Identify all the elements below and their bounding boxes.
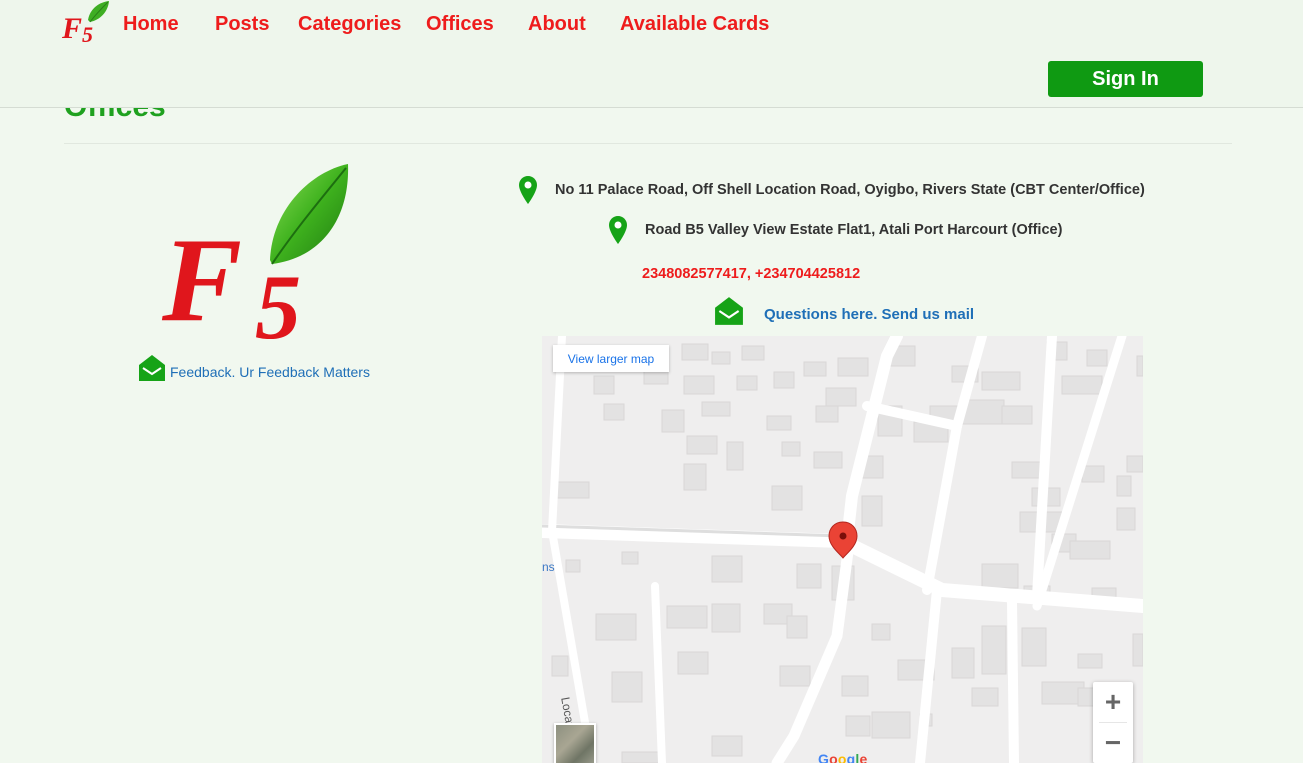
zoom-controls: + − [1093, 682, 1133, 763]
satellite-toggle[interactable] [554, 723, 596, 763]
map-pin-icon [519, 176, 537, 204]
heading-divider [64, 143, 1232, 144]
map-pin-icon [609, 216, 627, 244]
nav-home[interactable]: Home [123, 11, 179, 37]
svg-text:5: 5 [82, 22, 93, 46]
mail-link-text[interactable]: Questions here. Send us mail [764, 306, 974, 323]
feedback-link[interactable]: Feedback. Ur Feedback Matters [138, 354, 370, 382]
plus-icon: + [1104, 686, 1122, 717]
svg-text:5: 5 [255, 256, 301, 350]
phone-numbers[interactable]: 2348082577417, +234704425812 [642, 266, 860, 282]
feedback-link-text[interactable]: Feedback. Ur Feedback Matters [170, 364, 370, 380]
map-edge-label: ns [542, 560, 555, 574]
google-logo: Google [818, 751, 868, 763]
address-2-text: Road B5 Valley View Estate Flat1, Atali … [645, 222, 1063, 238]
top-navbar: F 5 Home Posts Categories Offices About … [0, 0, 1303, 108]
map-tiles [542, 336, 1143, 763]
sign-in-button[interactable]: Sign In [1048, 61, 1203, 97]
svg-text:F: F [61, 12, 82, 45]
nav-about[interactable]: About [528, 11, 586, 37]
address-1-text: No 11 Palace Road, Off Shell Location Ro… [555, 182, 1145, 198]
nav-posts[interactable]: Posts [215, 11, 269, 37]
f5-logo-large: F 5 [161, 164, 349, 350]
mail-icon [715, 297, 743, 325]
contact-mail-link[interactable]: Questions here. Send us mail [714, 296, 974, 326]
nav-categories[interactable]: Categories [298, 11, 401, 37]
zoom-in-button[interactable]: + [1093, 682, 1133, 722]
office-address-1: No 11 Palace Road, Off Shell Location Ro… [519, 176, 1145, 204]
f5-logo-small[interactable]: F 5 [60, 0, 112, 46]
svg-text:F: F [161, 213, 242, 346]
nav-available-cards[interactable]: Available Cards [620, 11, 769, 37]
view-larger-map-button[interactable]: View larger map [553, 345, 669, 372]
mail-icon [139, 355, 165, 381]
embedded-map[interactable]: View larger map Location Road ns Google … [542, 336, 1143, 763]
nav-offices[interactable]: Offices [426, 11, 494, 37]
office-address-2: Road B5 Valley View Estate Flat1, Atali … [609, 216, 1062, 244]
zoom-out-button[interactable]: − [1093, 723, 1133, 763]
minus-icon: − [1104, 727, 1122, 758]
